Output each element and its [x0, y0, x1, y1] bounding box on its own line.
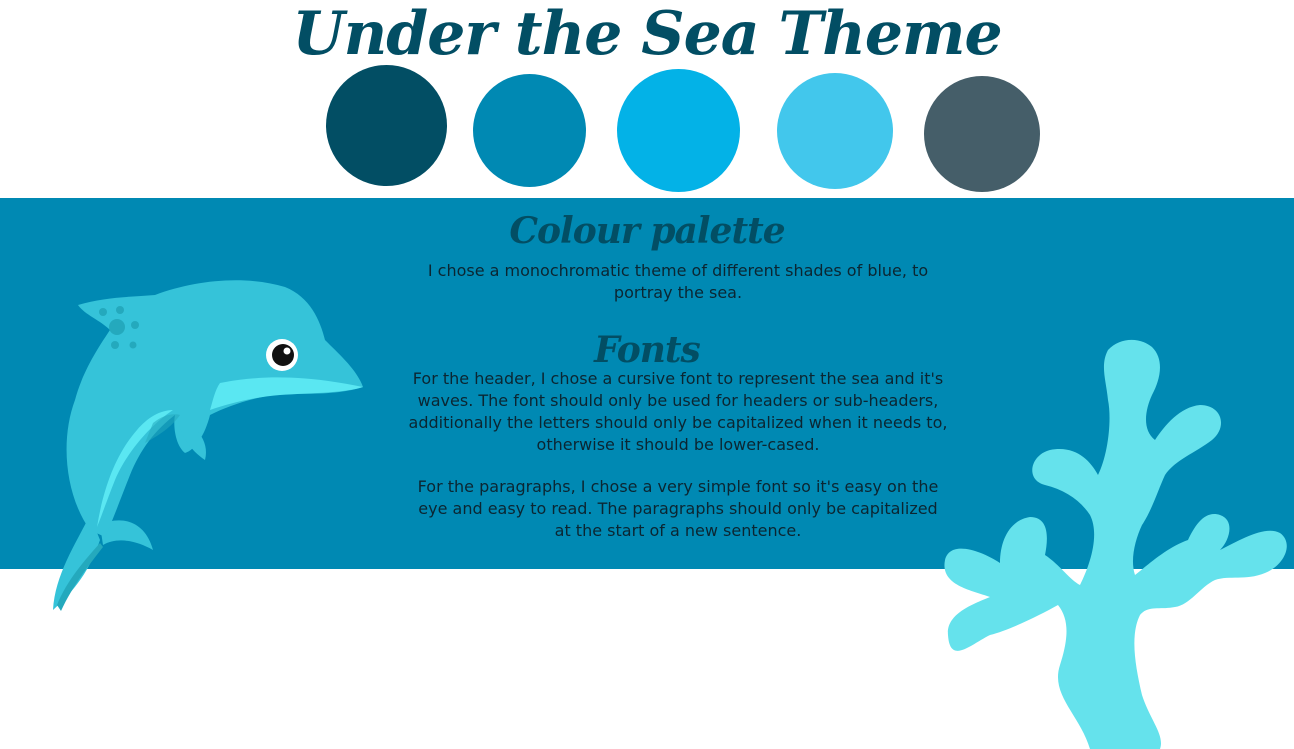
- fonts-p1-line-3: additionally the letters should only be …: [408, 413, 948, 432]
- fonts-paragraph-2: For the paragraphs, I chose a very simpl…: [403, 476, 953, 542]
- colour-palette-heading: Colour palette: [509, 210, 785, 252]
- fonts-p1-line-2: waves. The font should only be used for …: [417, 391, 939, 410]
- fonts-p1-line-1: For the header, I chose a cursive font t…: [412, 369, 944, 388]
- palette-swatch-5: [924, 76, 1040, 192]
- colour-palette-paragraph: I chose a monochromatic theme of differe…: [418, 260, 938, 304]
- colour-palette-line-1: I chose a monochromatic theme of differe…: [427, 261, 929, 280]
- fonts-paragraph-1: For the header, I chose a cursive font t…: [403, 368, 953, 456]
- colour-palette-line-2: portray the sea.: [613, 283, 743, 302]
- fonts-p2-line-3: at the start of a new sentence.: [554, 521, 802, 540]
- page-title: Under the Sea Theme: [292, 0, 1002, 69]
- palette-swatch-3: [617, 69, 740, 192]
- fonts-p1-line-4: otherwise it should be lower-cased.: [536, 435, 820, 454]
- fonts-p2-line-2: eye and easy to read. The paragraphs sho…: [418, 499, 938, 518]
- palette-swatch-2: [473, 74, 586, 187]
- coral-illustration: [944, 339, 1287, 749]
- fonts-p2-line-1: For the paragraphs, I chose a very simpl…: [417, 477, 939, 496]
- palette-swatch-4: [777, 73, 893, 189]
- palette-swatch-1: [326, 65, 447, 186]
